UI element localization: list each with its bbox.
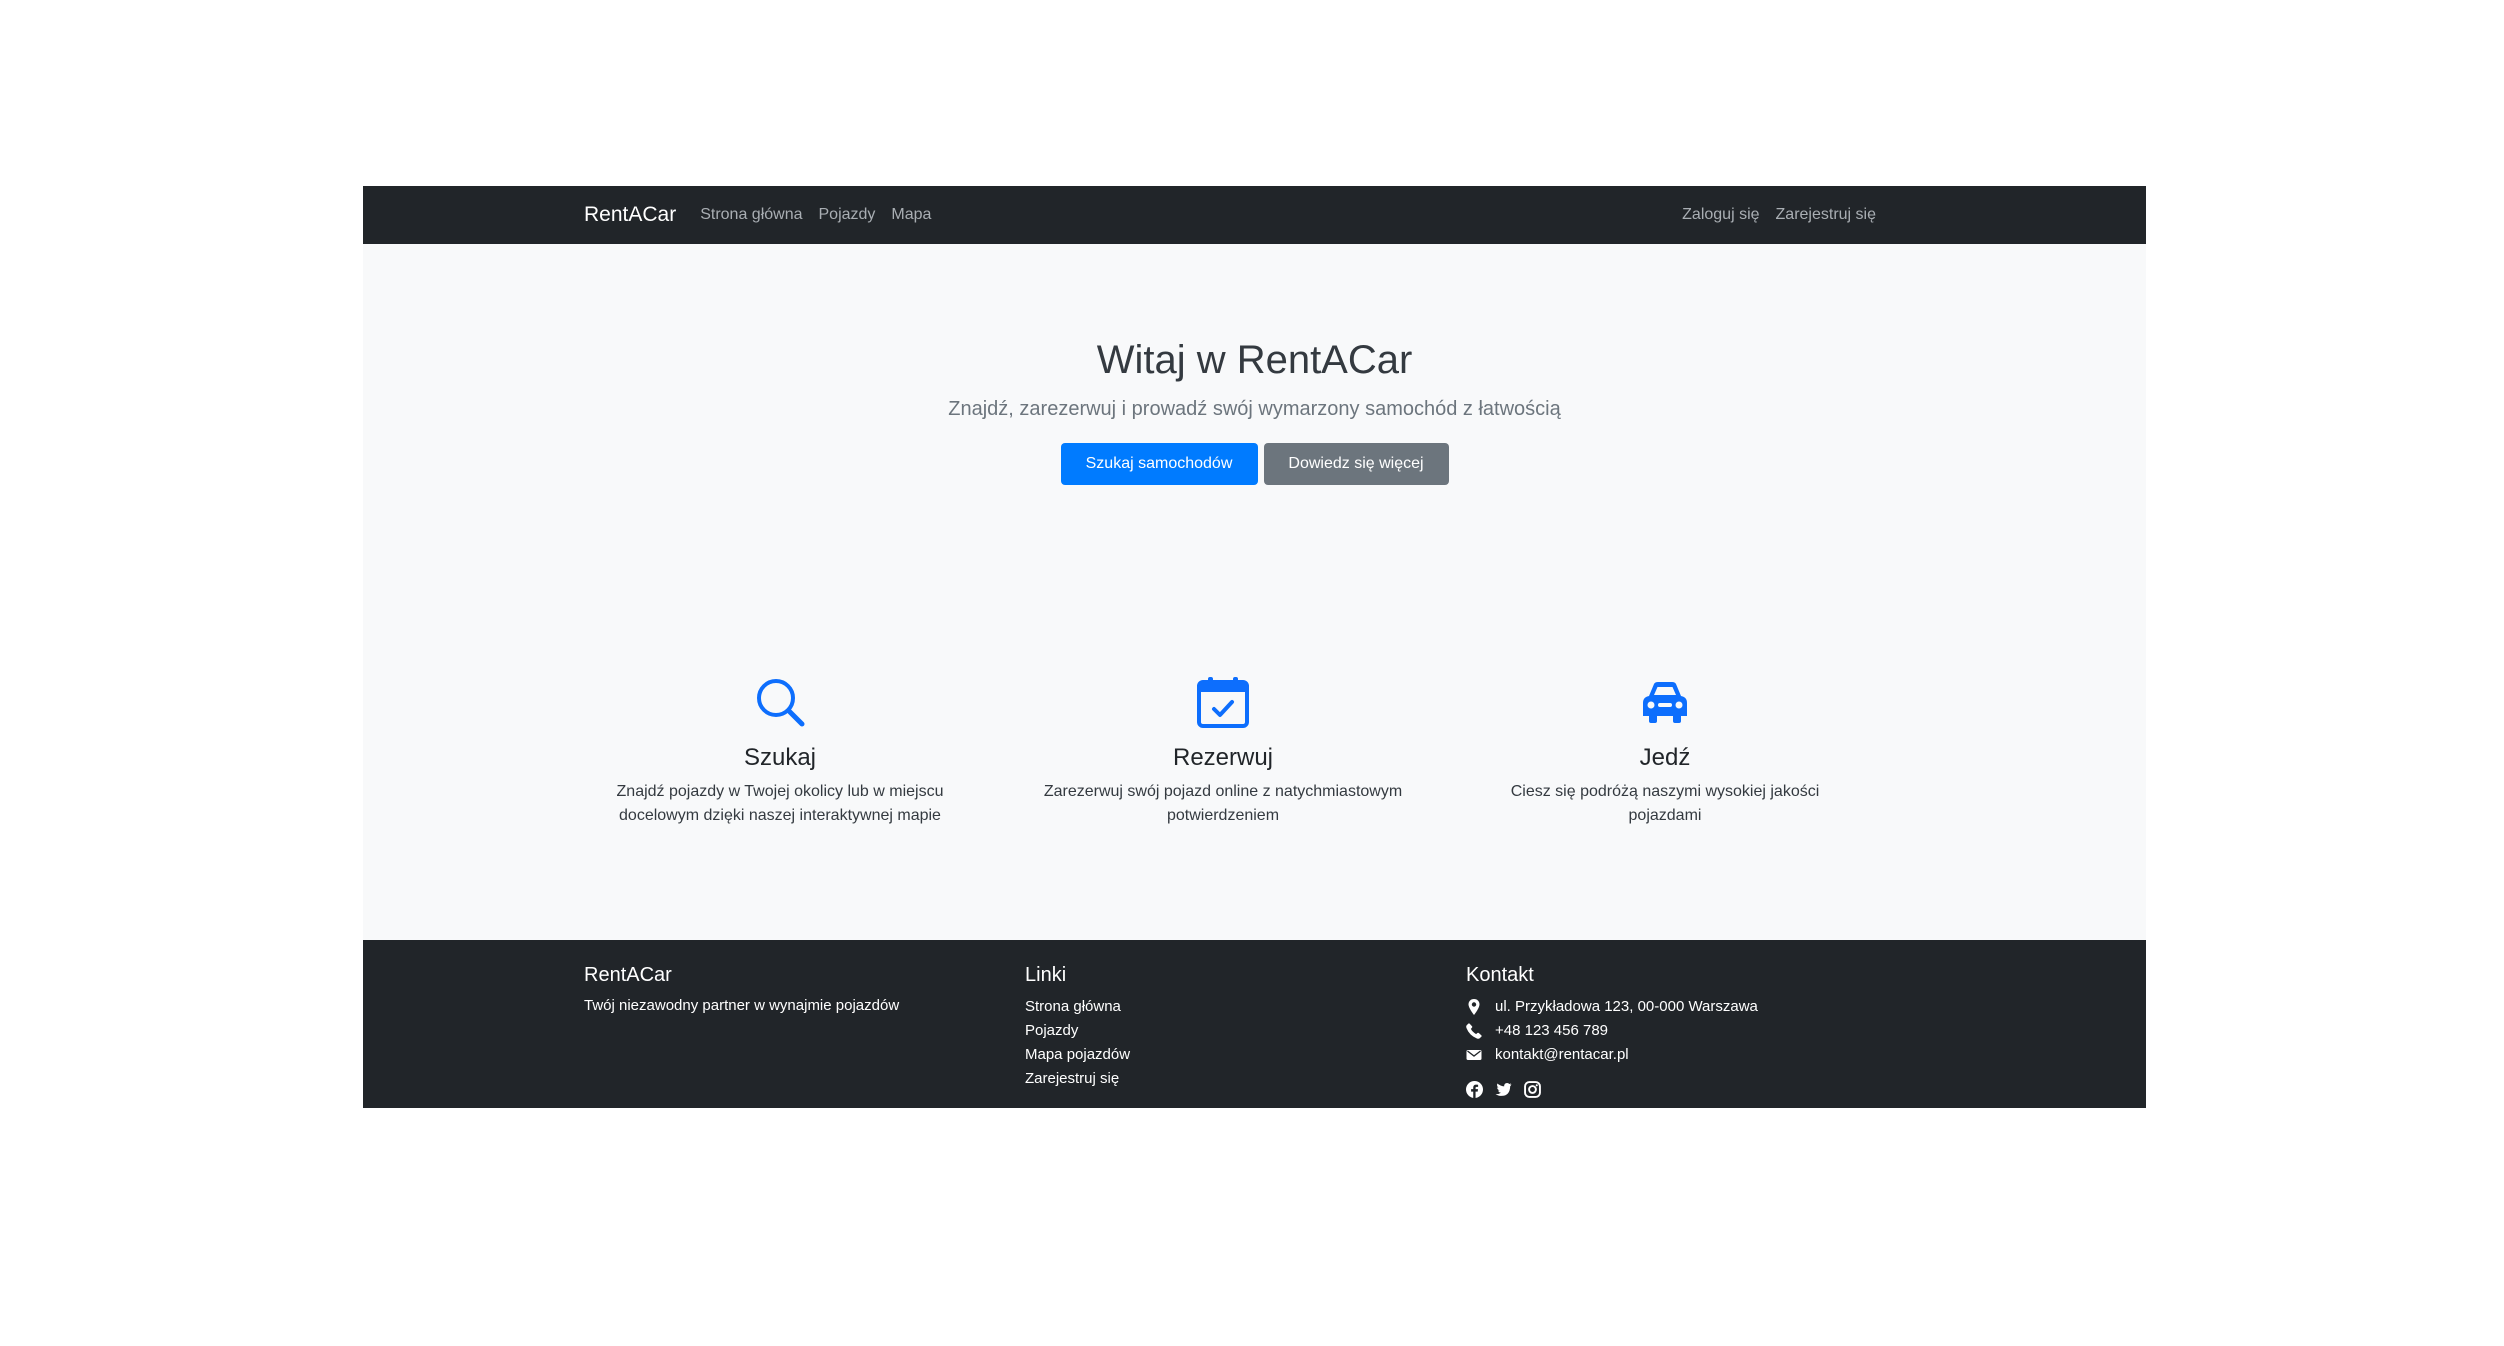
feature-text: Ciesz się podróżą naszymi wysokiej jakoś… xyxy=(1475,780,1855,828)
feature-text-line: pojazdami xyxy=(1628,807,1702,824)
navbar-inner: RentACar Strona główna Pojazdy Mapa Zalo… xyxy=(584,186,1876,244)
feature-search: Szukaj Znajdź pojazdy w Twojej okolicy l… xyxy=(590,676,970,828)
contact-address-text: ul. Przykładowa 123, 00-000 Warszawa xyxy=(1495,998,1758,1015)
feature-text-line: Zarezerwuj swój pojazd online z natychmi… xyxy=(1043,783,1403,800)
contact-list: ul. Przykładowa 123, 00-000 Warszawa +48… xyxy=(1466,995,1758,1067)
calendar-check-icon xyxy=(1033,676,1413,732)
facebook-icon[interactable] xyxy=(1466,1081,1483,1098)
footer-tagline: Twój niezawodny partner w wynajmie pojaz… xyxy=(584,997,900,1014)
footer-link-vehicle-map[interactable]: Mapa pojazdów xyxy=(1025,1043,1130,1067)
hero-section: Witaj w RentACar Znajdź, zarezerwuj i pr… xyxy=(363,336,2146,485)
contact-phone: +48 123 456 789 xyxy=(1466,1019,1758,1043)
twitter-icon[interactable] xyxy=(1495,1081,1512,1098)
feature-title: Rezerwuj xyxy=(1172,744,1274,771)
feature-drive: Jedź Ciesz się podróżą naszymi wysokiej … xyxy=(1475,676,1855,828)
search-icon xyxy=(590,676,970,732)
footer-links-title: Linki xyxy=(1025,964,1067,986)
phone-icon xyxy=(1466,1023,1482,1039)
footer-contact-title: Kontakt xyxy=(1466,964,1534,986)
feature-text-line: Znajdź pojazdy w Twojej okolicy lub w mi… xyxy=(616,783,944,800)
hero-subtitle: Znajdź, zarezerwuj i prowadź swój wymarz… xyxy=(948,398,1561,420)
contact-address: ul. Przykładowa 123, 00-000 Warszawa xyxy=(1466,995,1758,1019)
footer-link-vehicles[interactable]: Pojazdy xyxy=(1025,1019,1130,1043)
footer-link-home[interactable]: Strona główna xyxy=(1025,995,1130,1019)
car-icon xyxy=(1475,676,1855,732)
nav-auth: Zaloguj się Zarejestruj się xyxy=(1682,206,1876,224)
footer-contact: Kontakt ul. Przykładowa 123, 00-000 Wars… xyxy=(1466,964,1758,1098)
nav-link-login[interactable]: Zaloguj się xyxy=(1682,206,1759,224)
footer-about: RentACar Twój niezawodny partner w wynaj… xyxy=(584,964,899,1014)
instagram-icon[interactable] xyxy=(1524,1081,1541,1098)
navbar-brand[interactable]: RentACar xyxy=(584,203,676,227)
footer-brand: RentACar xyxy=(584,964,672,986)
navbar: RentACar Strona główna Pojazdy Mapa Zalo… xyxy=(363,186,2146,244)
footer-links: Linki Strona główna Pojazdy Mapa pojazdó… xyxy=(1025,964,1130,1091)
nav-link-vehicles[interactable]: Pojazdy xyxy=(819,206,876,224)
nav-link-map[interactable]: Mapa xyxy=(891,206,931,224)
contact-phone-text: +48 123 456 789 xyxy=(1495,1022,1609,1039)
hero-title: Witaj w RentACar xyxy=(1096,338,1413,382)
feature-title: Szukaj xyxy=(743,744,817,771)
footer-link-register[interactable]: Zarejestruj się xyxy=(1025,1067,1130,1091)
feature-text-line: potwierdzeniem xyxy=(1166,807,1280,824)
envelope-icon xyxy=(1466,1047,1482,1063)
hero-buttons: Szukaj samochodów Dowiedz się więcej xyxy=(363,443,2146,485)
feature-text: Znajdź pojazdy w Twojej okolicy lub w mi… xyxy=(590,780,970,828)
page-frame: RentACar Strona główna Pojazdy Mapa Zalo… xyxy=(363,186,2146,1108)
feature-text-line: Ciesz się podróżą naszymi wysokiej jakoś… xyxy=(1510,783,1820,800)
contact-email: kontakt@rentacar.pl xyxy=(1466,1043,1758,1067)
footer: RentACar Twój niezawodny partner w wynaj… xyxy=(363,940,2146,1108)
footer-links-list: Strona główna Pojazdy Mapa pojazdów Zare… xyxy=(1025,995,1130,1091)
social-links xyxy=(1466,1081,1758,1098)
learn-more-button[interactable]: Dowiedz się więcej xyxy=(1263,443,1449,485)
feature-text: Zarezerwuj swój pojazd online z natychmi… xyxy=(1033,780,1413,828)
search-cars-button[interactable]: Szukaj samochodów xyxy=(1060,443,1258,485)
feature-reserve: Rezerwuj Zarezerwuj swój pojazd online z… xyxy=(1033,676,1413,828)
nav-link-register[interactable]: Zarejestruj się xyxy=(1776,206,1876,224)
contact-email-text[interactable]: kontakt@rentacar.pl xyxy=(1495,1043,1629,1067)
nav-link-home[interactable]: Strona główna xyxy=(700,206,802,224)
feature-title: Jedź xyxy=(1639,744,1691,771)
map-pin-icon xyxy=(1466,999,1482,1015)
feature-text-line: docelowym dzięki naszej interaktywnej ma… xyxy=(619,807,941,824)
